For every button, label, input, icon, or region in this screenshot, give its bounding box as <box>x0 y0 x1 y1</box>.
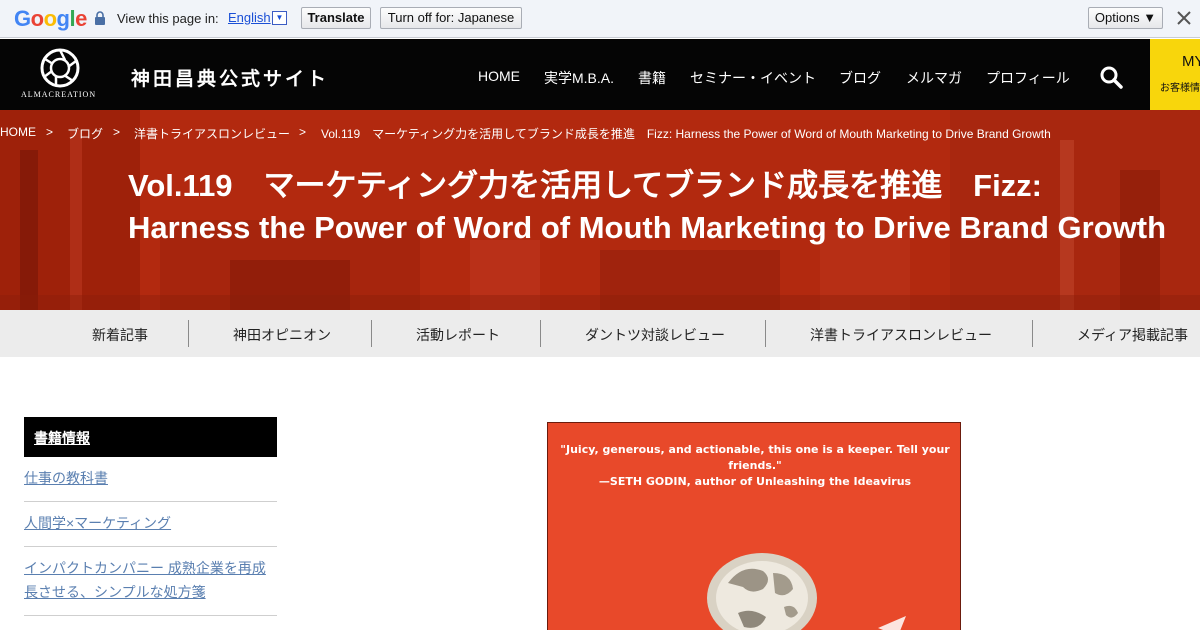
divider <box>188 320 189 347</box>
sidebar-heading-label: 書籍情報 <box>34 430 90 446</box>
book-quote-line1: "Juicy, generous, and actionable, this o… <box>560 443 950 472</box>
book-quote-line2: —SETH GODIN, author of Unleashing the Id… <box>598 475 912 488</box>
sidebar-link[interactable]: 人間学×マーケティング <box>24 511 270 535</box>
category-new-articles[interactable]: 新着記事 <box>92 325 148 345</box>
google-logo: Google <box>14 6 87 31</box>
breadcrumb-separator: > <box>299 125 307 139</box>
breadcrumb-separator: > <box>113 125 121 139</box>
book-cover: "Juicy, generous, and actionable, this o… <box>547 422 961 630</box>
nav-mailmag[interactable]: メルマガ <box>906 68 962 88</box>
chevron-down-icon[interactable]: ▼ <box>272 11 287 25</box>
divider <box>371 320 372 347</box>
close-icon[interactable] <box>1175 9 1193 27</box>
divider <box>24 546 277 547</box>
sidebar-link[interactable]: 仕事の教科書 <box>24 466 270 490</box>
almacreation-logo-icon[interactable] <box>38 47 82 89</box>
site-header: ALMACREATION 神田昌典公式サイト HOME 実学M.B.A. 書籍 … <box>0 39 1200 110</box>
site-title[interactable]: 神田昌典公式サイト <box>131 64 329 91</box>
divider <box>24 501 277 502</box>
translate-button[interactable]: Translate <box>301 7 371 29</box>
hero-banner: HOME > ブログ > 洋書トライアスロンレビュー > Vol.119 マーケ… <box>0 110 1200 310</box>
translate-bar: Google View this page in: English ▼ Tran… <box>0 0 1200 38</box>
nav-blog[interactable]: ブログ <box>839 68 881 88</box>
translate-prompt: View this page in: <box>117 11 219 26</box>
divider <box>1032 320 1033 347</box>
breadcrumb-separator: > <box>46 125 54 139</box>
my-label: MY <box>1182 53 1200 70</box>
category-kanda-opinion[interactable]: 神田オピニオン <box>233 325 331 345</box>
search-icon[interactable] <box>1099 65 1123 89</box>
divider <box>24 615 277 616</box>
language-select[interactable]: English <box>228 10 271 25</box>
nav-profile[interactable]: プロフィール <box>986 68 1070 88</box>
globe-speech-bubble-icon <box>707 553 906 630</box>
breadcrumb-current: Vol.119 マーケティング力を活用してブランド成長を推進 Fizz: Har… <box>321 127 1051 141</box>
sidebar-link[interactable]: インパクトカンパニー 成熟企業を再成長させる、シンプルな処方箋 <box>24 556 270 604</box>
my-sub-label: お客様情報 <box>1160 83 1200 94</box>
divider <box>765 320 766 347</box>
my-page-button[interactable]: MY お客様情報 <box>1150 39 1200 110</box>
book-quote: "Juicy, generous, and actionable, this o… <box>548 442 960 490</box>
nav-seminar-event[interactable]: セミナー・イベント <box>690 68 816 88</box>
turn-off-button[interactable]: Turn off for: Japanese <box>380 7 522 29</box>
divider <box>540 320 541 347</box>
lock-icon <box>95 11 105 25</box>
category-media[interactable]: メディア掲載記事 <box>1077 325 1188 345</box>
category-dantotsu-review[interactable]: ダントツ対談レビュー <box>585 325 725 345</box>
breadcrumb-home[interactable]: HOME <box>0 125 36 139</box>
breadcrumb-blog[interactable]: ブログ <box>67 125 103 142</box>
nav-mba[interactable]: 実学M.B.A. <box>544 68 614 88</box>
category-activity-report[interactable]: 活動レポート <box>416 325 500 345</box>
nav-books[interactable]: 書籍 <box>638 68 666 88</box>
sidebar-heading[interactable]: 書籍情報 <box>24 417 277 457</box>
logo-text: ALMACREATION <box>21 90 97 99</box>
category-bar: 新着記事 神田オピニオン 活動レポート ダントツ対談レビュー 洋書トライアスロン… <box>0 310 1200 357</box>
page-title: Vol.119 マーケティング力を活用してブランド成長を推進 Fizz: Har… <box>128 168 1167 245</box>
nav-home[interactable]: HOME <box>478 68 520 84</box>
category-triathlon-review[interactable]: 洋書トライアスロンレビュー <box>810 325 992 345</box>
breadcrumb-review[interactable]: 洋書トライアスロンレビュー <box>134 125 290 142</box>
options-button[interactable]: Options ▼ <box>1088 7 1163 29</box>
